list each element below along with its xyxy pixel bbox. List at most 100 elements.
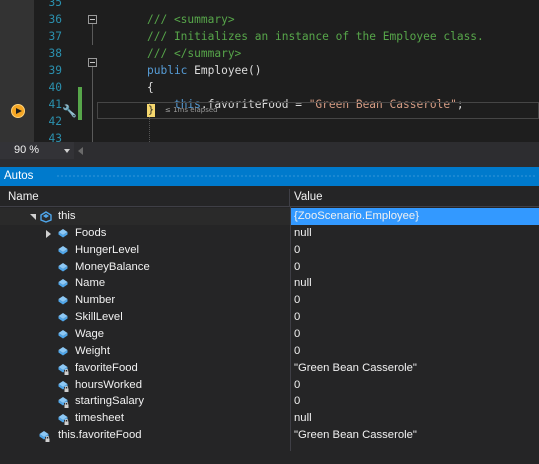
name-cell[interactable]: Name: [0, 275, 290, 292]
code-token: /// <summary>: [147, 13, 235, 26]
chevron-down-icon[interactable]: [64, 149, 70, 153]
private-field-icon: [57, 363, 69, 375]
variable-name: HungerLevel: [75, 243, 140, 256]
autos-title-bar[interactable]: Autos: [0, 167, 539, 186]
variable-name: timesheet: [75, 412, 124, 425]
object-icon: [40, 211, 52, 223]
code-text: {: [147, 79, 154, 96]
property-icon: [57, 346, 68, 356]
autos-row[interactable]: Number 0: [0, 292, 539, 309]
scroll-left-arrow-icon[interactable]: [78, 147, 83, 155]
variable-name: Wage: [75, 327, 105, 340]
code-token: Employee(): [187, 64, 262, 77]
column-header-name[interactable]: Name: [0, 189, 290, 206]
name-cell[interactable]: Weight: [0, 343, 290, 360]
column-header-value[interactable]: Value: [291, 189, 539, 206]
autos-row[interactable]: startingSalary 0: [0, 393, 539, 410]
private-field-icon: [38, 430, 50, 443]
name-cell[interactable]: timesheet: [0, 410, 290, 427]
line-number: 39: [48, 64, 62, 77]
breakpoint-current-statement-icon[interactable]: [11, 104, 25, 118]
code-text: /// </summary>: [147, 45, 241, 62]
zoom-dropdown[interactable]: 90 %: [0, 142, 74, 159]
variable-value[interactable]: 0: [291, 292, 539, 309]
autos-row[interactable]: Weight 0: [0, 343, 539, 360]
property-icon: [57, 262, 68, 272]
collapse-icon[interactable]: [88, 15, 97, 24]
code-token: /// Initializes an instance of the Emplo…: [147, 30, 484, 43]
name-cell[interactable]: startingSalary: [0, 393, 290, 410]
line-number: 43: [48, 132, 62, 142]
name-cell[interactable]: this.favoriteFood: [0, 427, 290, 444]
line-number: 36: [48, 13, 62, 26]
name-cell[interactable]: favoriteFood: [0, 360, 290, 377]
header-divider: [0, 206, 539, 207]
autos-row[interactable]: MoneyBalance 0: [0, 259, 539, 276]
variable-value[interactable]: 0: [291, 393, 539, 410]
editor-zoom-bar: 90 %: [0, 142, 539, 159]
variable-value[interactable]: "Green Bean Casserole": [291, 427, 539, 444]
variable-value[interactable]: null: [291, 225, 539, 242]
code-text: /// <summary>: [147, 11, 235, 28]
code-line[interactable]: 36 /// <summary>: [0, 11, 539, 28]
variable-value[interactable]: {ZooScenario.Employee}: [291, 208, 539, 225]
name-cell[interactable]: HungerLevel: [0, 242, 290, 259]
variable-value[interactable]: "Green Bean Casserole": [291, 360, 539, 377]
property-icon: [57, 228, 68, 238]
column-divider[interactable]: [290, 207, 291, 451]
name-cell[interactable]: Number: [0, 292, 290, 309]
line-number: 35: [48, 0, 62, 9]
autos-row[interactable]: SkillLevel 0: [0, 309, 539, 326]
code-line[interactable]: 38 /// </summary>: [0, 45, 539, 62]
variable-value[interactable]: null: [291, 275, 539, 292]
variable-name: hoursWorked: [75, 378, 142, 391]
variable-name: MoneyBalance: [75, 260, 150, 273]
variable-value[interactable]: 0: [291, 259, 539, 276]
code-text: /// Initializes an instance of the Emplo…: [147, 28, 484, 45]
variable-value[interactable]: 0: [291, 326, 539, 343]
autos-row[interactable]: timesheet null: [0, 410, 539, 427]
fold-guide: [92, 67, 93, 142]
autos-row[interactable]: this.favoriteFood "Green Bean Casserole": [0, 427, 539, 444]
variable-value[interactable]: 0: [291, 377, 539, 394]
expanded-triangle-icon[interactable]: [30, 214, 36, 220]
variable-value[interactable]: null: [291, 410, 539, 427]
variable-value[interactable]: 0: [291, 343, 539, 360]
name-cell[interactable]: this: [0, 208, 290, 225]
change-tracking-bar: [78, 87, 82, 120]
autos-row[interactable]: hoursWorked 0: [0, 377, 539, 394]
variable-value[interactable]: 0: [291, 242, 539, 259]
splitter[interactable]: [0, 159, 539, 167]
code-line[interactable]: 37 /// Initializes an instance of the Emp…: [0, 28, 539, 45]
name-cell[interactable]: Foods: [0, 225, 290, 242]
code-line[interactable]: 43: [0, 130, 539, 142]
variable-value[interactable]: 0: [291, 309, 539, 326]
collapsed-triangle-icon[interactable]: [46, 229, 51, 238]
zoom-value: 90 %: [14, 144, 40, 156]
perf-tip-elapsed[interactable]: ≤ 1ms elapsed: [165, 105, 218, 115]
variable-name: SkillLevel: [75, 311, 123, 324]
name-cell[interactable]: MoneyBalance: [0, 259, 290, 276]
collapse-icon[interactable]: [88, 58, 97, 67]
code-editor[interactable]: 35 36 /// <summary> 37 /// Initializes an in…: [0, 0, 539, 142]
autos-row[interactable]: Wage 0: [0, 326, 539, 343]
autos-row[interactable]: this {ZooScenario.Employee}: [0, 208, 539, 225]
autos-row[interactable]: Name null: [0, 275, 539, 292]
code-text: public Employee(): [147, 62, 262, 79]
code-line[interactable]: 35: [0, 0, 539, 11]
code-line[interactable]: 39 public Employee(): [0, 62, 539, 79]
private-field-icon: [57, 413, 69, 426]
private-field-icon: [57, 380, 69, 392]
name-cell[interactable]: SkillLevel: [0, 309, 290, 326]
autos-row[interactable]: Foods null: [0, 225, 539, 242]
autos-title: Autos: [4, 170, 34, 182]
autos-row[interactable]: HungerLevel 0: [0, 242, 539, 259]
property-icon: [57, 329, 68, 339]
name-cell[interactable]: hoursWorked: [0, 377, 290, 394]
property-icon: [57, 245, 68, 255]
variable-name: Foods: [75, 226, 107, 239]
name-cell[interactable]: Wage: [0, 326, 290, 343]
autos-window: Autos Name Value this {ZooScenario.Employ…: [0, 167, 539, 464]
private-field-icon: [57, 396, 69, 409]
autos-row[interactable]: favoriteFood "Green Bean Casserole": [0, 360, 539, 377]
